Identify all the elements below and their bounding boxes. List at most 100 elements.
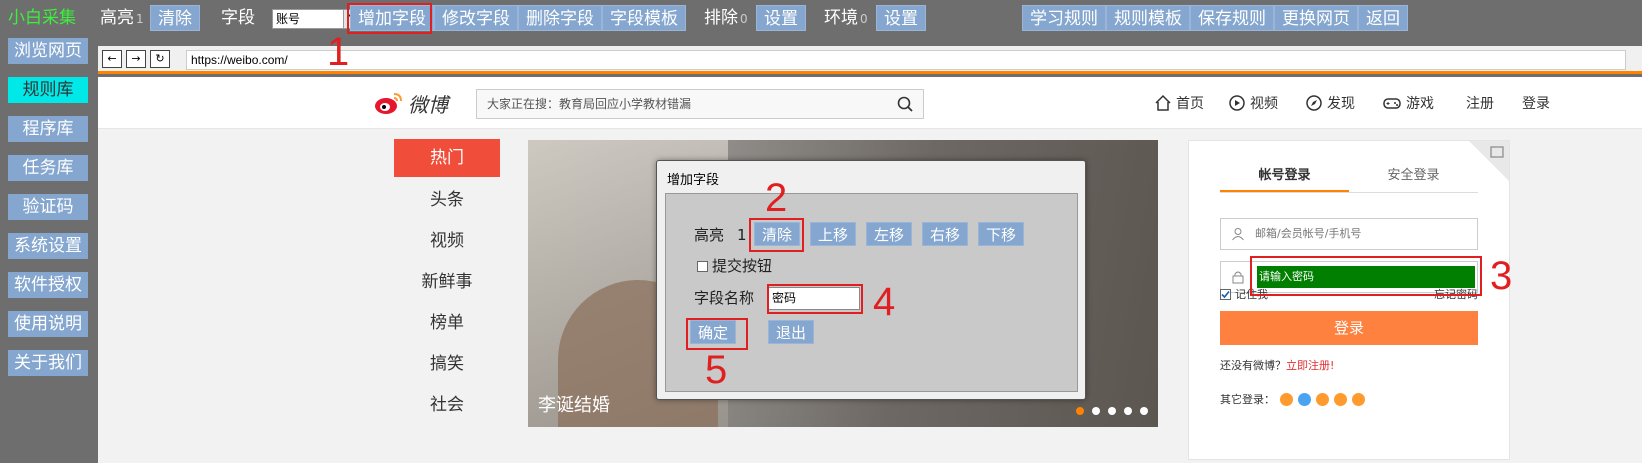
annotation-marker-1: 1	[327, 30, 350, 74]
no-account-text: 还没有微博？	[1220, 359, 1286, 372]
delete-field-button[interactable]: 删除字段	[518, 5, 602, 31]
left-nav-rankings[interactable]: 榜单	[394, 303, 500, 344]
nav-back-button[interactable]: ←	[102, 50, 122, 68]
sidebar-item-captcha[interactable]: 验证码	[8, 194, 88, 220]
save-rules-button[interactable]: 保存规则	[1190, 5, 1274, 31]
edit-field-button[interactable]: 修改字段	[434, 5, 518, 31]
sidebar-item-rules[interactable]: 规则库	[8, 77, 88, 103]
user-icon	[1232, 228, 1244, 241]
sidebar-item-browse[interactable]: 浏览网页	[8, 38, 88, 64]
weibo-logo-icon	[374, 91, 404, 115]
clear-button[interactable]: 清除	[150, 5, 200, 31]
field-select-value: 账号	[276, 12, 301, 26]
move-right-button[interactable]: 右移	[922, 222, 969, 246]
annotation-box-2	[749, 218, 804, 252]
field-name-label: 字段名称	[694, 289, 755, 307]
environment-settings-button[interactable]: 设置	[876, 5, 926, 31]
banner-caption: 李诞结婚	[538, 395, 610, 416]
exit-button[interactable]: 退出	[768, 320, 815, 344]
carousel-dot[interactable]	[1076, 407, 1084, 415]
video-play-icon	[1229, 95, 1245, 111]
signup-row: 还没有微博？立即注册!	[1220, 357, 1334, 373]
url-input[interactable]: https://weibo.com/	[186, 50, 1626, 70]
nav-video[interactable]: 视频	[1228, 93, 1278, 113]
environment-count: 0	[860, 12, 868, 26]
qq-icon[interactable]	[1298, 392, 1311, 406]
sidebar: 浏览网页 规则库 程序库 任务库 验证码 系统设置 软件授权 使用说明 关于我们	[0, 36, 98, 463]
carousel-dot[interactable]	[1140, 407, 1148, 415]
dialog-highlight-count: 1	[737, 226, 747, 244]
register-now-link[interactable]: 立即注册!	[1286, 359, 1334, 372]
nav-video-label: 视频	[1250, 96, 1278, 112]
login-button[interactable]: 登录	[1220, 311, 1478, 345]
nav-forward-button[interactable]: →	[126, 50, 146, 68]
other-login-row: 其它登录：	[1220, 391, 1365, 407]
left-nav-fresh[interactable]: 新鲜事	[394, 262, 500, 303]
weibo-logo[interactable]: 微博	[374, 89, 448, 117]
sidebar-item-settings[interactable]: 系统设置	[8, 233, 88, 259]
sidebar-item-license[interactable]: 软件授权	[8, 272, 88, 298]
exclude-count: 0	[740, 12, 748, 26]
left-nav-funny[interactable]: 搞笑	[394, 344, 500, 385]
weibo-search-input[interactable]: 大家正在搜：教育局回应小学教材错漏	[476, 89, 924, 119]
rule-template-button[interactable]: 规则模板	[1106, 5, 1190, 31]
annotation-marker-5: 5	[705, 348, 728, 392]
carousel-dot[interactable]	[1092, 407, 1100, 415]
weibo-header: 微博 大家正在搜：教育局回应小学教材错漏 首页 视频 发现 游戏 注册 登录	[98, 77, 1642, 129]
left-nav-video[interactable]: 视频	[394, 221, 500, 262]
tianyi-icon[interactable]	[1334, 392, 1347, 406]
top-toolbar: 小白采集 高亮1 清除 字段 账号 ▼ 增加字段 修改字段 删除字段 字段模板 …	[0, 0, 1642, 36]
nav-game-label: 游戏	[1406, 96, 1434, 112]
nav-home-label: 首页	[1176, 96, 1204, 112]
annotation-marker-4: 4	[873, 280, 896, 324]
move-up-button[interactable]: 上移	[810, 222, 857, 246]
weibo-logo-text: 微博	[408, 92, 448, 117]
highlight-label: 高亮 1	[100, 8, 144, 28]
username-input[interactable]: 邮箱/会员帐号/手机号	[1220, 218, 1478, 250]
exclude-settings-button[interactable]: 设置	[756, 5, 806, 31]
search-placeholder: 大家正在搜：教育局回应小学教材错漏	[487, 97, 692, 111]
left-nav-society[interactable]: 社会	[394, 385, 500, 426]
nav-game[interactable]: 游戏	[1382, 93, 1434, 113]
learn-rules-button[interactable]: 学习规则	[1022, 5, 1106, 31]
annotation-marker-3: 3	[1490, 254, 1513, 298]
checkbox-checked-icon[interactable]	[1220, 288, 1231, 300]
field-template-button[interactable]: 字段模板	[602, 5, 686, 31]
sidebar-item-tasks[interactable]: 任务库	[8, 155, 88, 181]
nav-register-link[interactable]: 注册	[1466, 93, 1494, 113]
left-nav-headlines[interactable]: 头条	[394, 180, 500, 221]
change-page-button[interactable]: 更换网页	[1274, 5, 1358, 31]
app-brand: 小白采集	[8, 8, 76, 28]
nav-login-link[interactable]: 登录	[1522, 93, 1550, 113]
dialog-highlight-label: 高亮	[694, 226, 725, 244]
field-label: 字段	[221, 8, 255, 28]
carousel-dot[interactable]	[1124, 407, 1132, 415]
carousel-dot[interactable]	[1108, 407, 1116, 415]
unicom-icon[interactable]	[1352, 392, 1365, 406]
back-button[interactable]: 返回	[1358, 5, 1408, 31]
sidebar-item-help[interactable]: 使用说明	[8, 311, 88, 337]
dialog-title: 增加字段	[667, 173, 720, 188]
move-left-button[interactable]: 左移	[866, 222, 913, 246]
carousel-dots	[1076, 407, 1148, 415]
search-icon[interactable]	[897, 96, 913, 112]
submit-button-checkbox[interactable]: 提交按钮	[697, 255, 772, 277]
nav-discover[interactable]: 发现	[1305, 93, 1355, 113]
nav-refresh-button[interactable]: ↻	[150, 50, 170, 68]
annotation-marker-2: 2	[765, 176, 788, 220]
sidebar-item-about[interactable]: 关于我们	[8, 350, 88, 376]
tab-account-login[interactable]: 帐号登录	[1220, 163, 1349, 192]
taobao-icon[interactable]	[1280, 392, 1293, 406]
highlight-count: 1	[136, 12, 144, 26]
tab-secure-login[interactable]: 安全登录	[1349, 163, 1478, 192]
sidebar-item-programs[interactable]: 程序库	[8, 116, 88, 142]
checkbox-icon[interactable]	[697, 261, 708, 272]
left-nav-hot[interactable]: 热门	[394, 139, 500, 177]
annotation-box-1	[347, 3, 432, 34]
move-down-button[interactable]: 下移	[978, 222, 1025, 246]
annotation-box-5	[686, 318, 748, 350]
360-icon[interactable]	[1316, 392, 1329, 406]
weibo-left-nav: 热门 头条 视频 新鲜事 榜单 搞笑 社会	[394, 139, 500, 426]
nav-home[interactable]: 首页	[1154, 93, 1204, 113]
nav-discover-label: 发现	[1327, 96, 1355, 112]
